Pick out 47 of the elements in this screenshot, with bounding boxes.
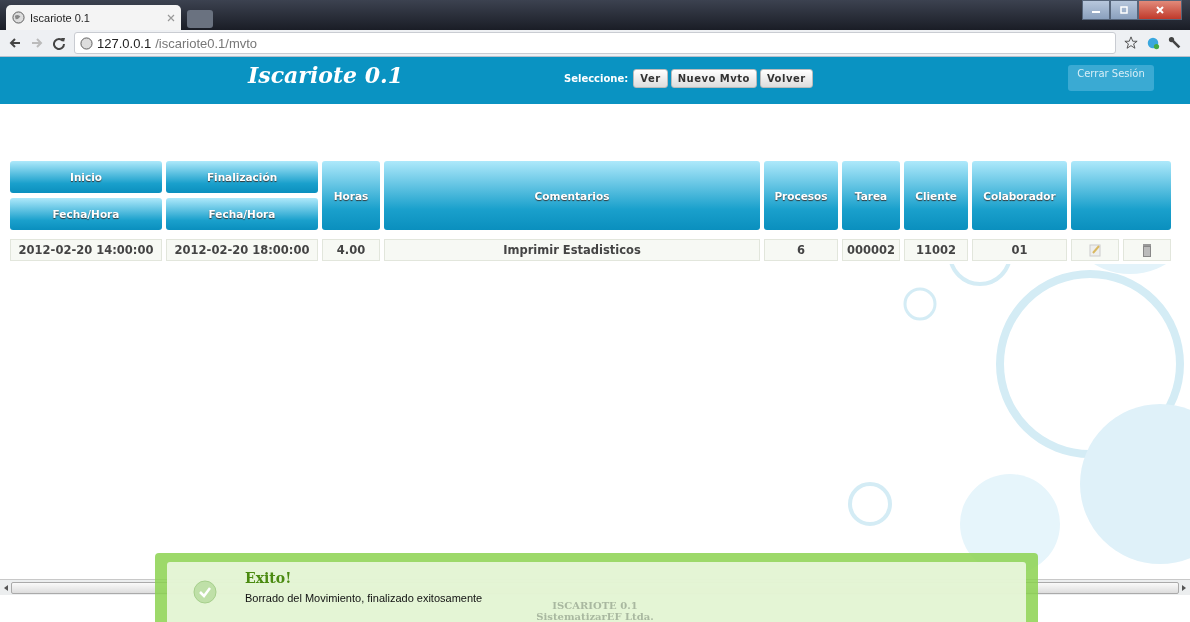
footer-text: ISCARIOTE 0.1: [552, 600, 638, 611]
close-button[interactable]: [1138, 0, 1182, 20]
column-header: Cliente: [904, 161, 968, 230]
trash-icon[interactable]: [1140, 243, 1154, 257]
select-label: Seleccione:: [564, 73, 629, 84]
table-cell: 6: [764, 239, 838, 261]
table-cell: 2012-02-20 14:00:00: [10, 239, 162, 261]
column-header: Fecha/Hora: [166, 198, 318, 230]
footer-text: SistematizarEF Ltda.: [536, 611, 654, 622]
column-header: Comentarios: [384, 161, 760, 230]
scroll-right-icon[interactable]: [1181, 584, 1187, 591]
back-icon[interactable]: [8, 36, 22, 50]
wrench-icon[interactable]: [1168, 36, 1182, 50]
tab-title: Iscariote 0.1: [30, 11, 91, 24]
table-cell: 11002: [904, 239, 968, 261]
table-cell: 2012-02-20 18:00:00: [166, 239, 318, 261]
globe-icon: [12, 11, 25, 24]
address-field[interactable]: 127.0.0.1 /iscariote0.1/mvto: [74, 32, 1116, 54]
table-cell: 000002: [842, 239, 900, 261]
notification-message: Borrado del Movimiento, finalizado exitosamente: [245, 592, 483, 604]
nav-button[interactable]: Volver: [759, 69, 813, 88]
table-cell: 4.00: [322, 239, 380, 261]
close-icon[interactable]: [167, 13, 175, 22]
browser-tab[interactable]: Iscariote 0.1: [6, 5, 181, 30]
star-icon[interactable]: [1124, 36, 1138, 50]
column-header: Tarea: [842, 161, 900, 230]
app-logo: Iscariote 0.1: [248, 61, 405, 88]
notification-title: Exito!: [245, 570, 293, 586]
extension-icon[interactable]: [1146, 36, 1160, 50]
minimize-button[interactable]: [1082, 0, 1110, 20]
column-header: Colaborador: [972, 161, 1067, 230]
maximize-icon: [1119, 5, 1129, 15]
table-cell: Imprimir Estadisticos: [384, 239, 760, 261]
reload-icon[interactable]: [52, 36, 66, 50]
check-icon: [193, 580, 217, 604]
column-header: Finalización: [166, 161, 318, 193]
nav-button[interactable]: Nuevo Mvto: [670, 69, 757, 88]
column-header: Fecha/Hora: [10, 198, 162, 230]
globe-icon: [80, 36, 93, 50]
scroll-left-icon[interactable]: [3, 584, 9, 591]
column-header: Horas: [322, 161, 380, 230]
maximize-button[interactable]: [1110, 0, 1138, 20]
column-header: Inicio: [10, 161, 162, 193]
nav-button[interactable]: Ver: [633, 69, 668, 88]
column-header: Procesos: [764, 161, 838, 230]
close-icon: [1155, 5, 1165, 15]
table-cell: 01: [972, 239, 1067, 261]
